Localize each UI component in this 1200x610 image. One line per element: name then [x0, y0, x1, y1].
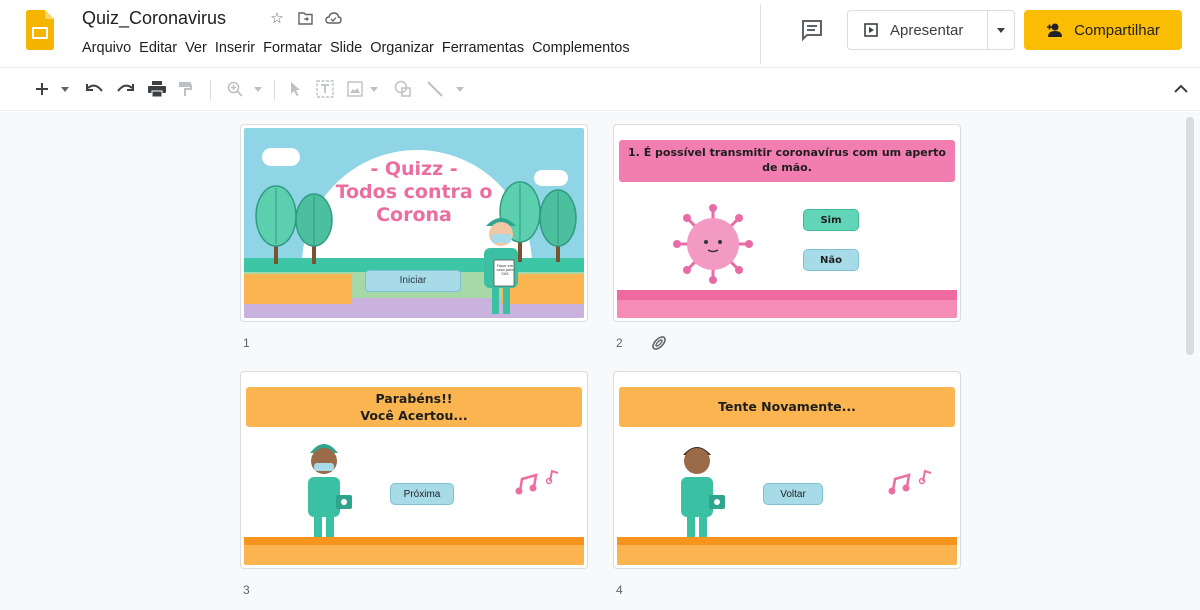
paint-format-icon[interactable]	[174, 78, 196, 100]
present-options-dropdown[interactable]	[988, 11, 1014, 49]
slide-thumbnail-1[interactable]: - Quizz - Todos contra o Corona Iniciar …	[240, 124, 588, 322]
slide-1-start-button: Iniciar	[365, 270, 461, 292]
undo-icon[interactable]	[84, 78, 106, 100]
redo-icon[interactable]	[114, 78, 136, 100]
slide-grid-view	[0, 112, 1200, 610]
menu-ferramentas[interactable]: Ferramentas	[442, 40, 524, 56]
virus-illustration	[673, 204, 753, 284]
text-box-icon[interactable]	[314, 78, 336, 100]
present-button-group: Apresentar	[847, 10, 1015, 50]
move-to-folder-icon[interactable]	[296, 9, 314, 27]
header-divider	[760, 4, 761, 64]
menu-editar[interactable]: Editar	[139, 40, 177, 56]
print-icon[interactable]	[146, 78, 168, 100]
present-button[interactable]: Apresentar	[848, 11, 989, 49]
nurse-illustration	[308, 444, 352, 543]
slide-thumbnail-4[interactable]: Tente Novamente... Voltar	[613, 371, 961, 569]
slide-2-canvas: 1. É possível transmitir coronavírus com…	[617, 128, 957, 318]
slide-3-next-button: Próxima	[390, 483, 454, 505]
cloud-status-icon[interactable]	[324, 9, 342, 27]
zoom-icon[interactable]	[224, 78, 246, 100]
link-icon[interactable]	[650, 334, 668, 352]
new-slide-dropdown-icon[interactable]	[58, 78, 72, 100]
image-icon[interactable]	[344, 78, 366, 100]
slide-thumbnail-2[interactable]: 1. É possível transmitir coronavírus com…	[613, 124, 961, 322]
select-cursor-icon[interactable]	[286, 78, 306, 100]
slide-4-title: Tente Novamente...	[619, 387, 955, 427]
comments-icon[interactable]	[800, 18, 824, 42]
zoom-dropdown-icon[interactable]	[252, 78, 264, 100]
line-icon[interactable]	[424, 78, 446, 100]
menu-complementos[interactable]: Complementos	[532, 40, 630, 56]
line-dropdown-icon[interactable]	[454, 78, 466, 100]
slide-3-title: Parabéns!! Você Acertou...	[246, 387, 582, 427]
slide-1-sign-text: Fique em casa pelo SUS	[496, 264, 514, 276]
music-notes-icon	[515, 469, 559, 495]
slide-1-canvas: - Quizz - Todos contra o Corona Iniciar …	[244, 128, 584, 318]
slide-number-1: 1	[243, 336, 250, 350]
slide-4-back-button: Voltar	[763, 483, 823, 505]
cloud-decoration	[262, 148, 300, 166]
menu-inserir[interactable]: Inserir	[215, 40, 255, 56]
document-title[interactable]: Quiz_Coronavirus	[82, 8, 226, 29]
collapse-menus-icon[interactable]	[1174, 80, 1188, 98]
image-dropdown-icon[interactable]	[368, 78, 380, 100]
star-icon[interactable]: ☆	[268, 9, 286, 27]
slide-number-4: 4	[616, 583, 623, 597]
menu-bar: Arquivo Editar Ver Inserir Formatar Slid…	[82, 40, 630, 56]
slide-4-canvas: Tente Novamente... Voltar	[617, 375, 957, 565]
share-button[interactable]: Compartilhar	[1024, 10, 1182, 50]
shape-icon[interactable]	[392, 78, 414, 100]
option-sim: Sim	[803, 209, 859, 231]
slide-number-2: 2	[616, 336, 623, 350]
left-block	[244, 274, 352, 304]
slide-number-3: 3	[243, 583, 250, 597]
doctor-with-bag-illustration	[681, 447, 725, 543]
toolbar-separator	[274, 80, 275, 100]
scrollbar-thumb[interactable]	[1186, 117, 1194, 355]
share-label: Compartilhar	[1074, 21, 1160, 39]
menu-organizar[interactable]: Organizar	[370, 40, 434, 56]
top-header: Quiz_Coronavirus ☆ Arquivo Editar Ver In…	[0, 0, 1200, 66]
slide-2-bottom-band-light	[617, 300, 957, 318]
menu-formatar[interactable]: Formatar	[263, 40, 322, 56]
menu-arquivo[interactable]: Arquivo	[82, 40, 131, 56]
menu-slide[interactable]: Slide	[330, 40, 362, 56]
caret-down-icon	[997, 27, 1006, 33]
option-nao: Não	[803, 249, 859, 271]
person-add-icon	[1047, 23, 1063, 37]
slide-thumbnail-3[interactable]: Parabéns!! Você Acertou... Próxima	[240, 371, 588, 569]
slide-3-bottom-band-light	[244, 545, 584, 565]
toolbar-separator	[210, 80, 211, 100]
present-icon	[864, 23, 878, 37]
toolbar	[0, 67, 1200, 111]
slide-2-question: 1. É possível transmitir coronavírus com…	[619, 140, 955, 182]
google-slides-icon[interactable]	[26, 10, 54, 50]
menu-ver[interactable]: Ver	[185, 40, 207, 56]
present-label: Apresentar	[890, 21, 964, 39]
music-notes-icon	[888, 469, 932, 495]
slide-4-bottom-band-light	[617, 545, 957, 565]
new-slide-icon[interactable]	[30, 78, 54, 100]
slide-3-canvas: Parabéns!! Você Acertou... Próxima	[244, 375, 584, 565]
